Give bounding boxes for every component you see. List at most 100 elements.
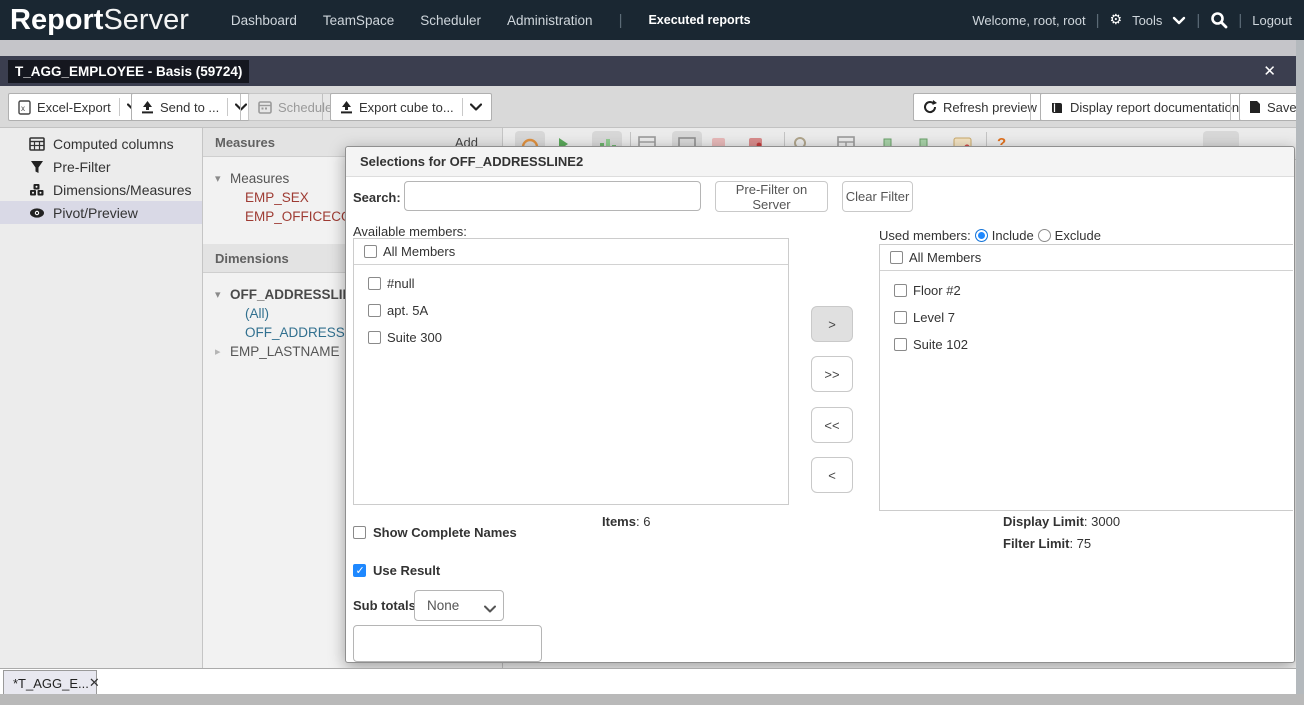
send-to-label: Send to ...	[160, 100, 219, 115]
used-member-row[interactable]: Suite 102	[880, 331, 1293, 358]
book-icon	[1050, 101, 1064, 114]
svg-text:x: x	[21, 104, 25, 113]
schedule-label: Schedule	[278, 100, 332, 115]
toolbar-separator	[1230, 94, 1231, 120]
expand-arrow-icon[interactable]: ▸	[215, 345, 225, 358]
member-checkbox[interactable]	[894, 284, 907, 297]
cubes-icon	[28, 183, 45, 197]
member-label: Suite 102	[913, 337, 968, 352]
move-all-left-button[interactable]: <<	[811, 407, 853, 443]
display-documentation-button[interactable]: Display report documentation	[1040, 93, 1249, 121]
send-to-button[interactable]: Send to ...	[131, 93, 257, 121]
use-result-option[interactable]: Use Result	[353, 563, 440, 578]
nav-divider: |	[1238, 12, 1242, 29]
eye-icon	[28, 207, 45, 219]
dimension-sibling-label: EMP_LASTNAME	[230, 344, 340, 359]
send-to-dropdown-icon[interactable]	[227, 98, 247, 116]
all-members-checkbox[interactable]	[890, 251, 903, 264]
collapse-arrow-icon[interactable]: ▾	[215, 288, 225, 301]
nav-item-teamspace[interactable]: TeamSpace	[323, 13, 394, 28]
member-checkbox[interactable]	[894, 311, 907, 324]
member-checkbox[interactable]	[894, 338, 907, 351]
sub-totals-select[interactable]: None	[414, 590, 504, 621]
window-gap-strip	[0, 40, 1304, 56]
schedule-button: Schedule	[248, 93, 342, 121]
exclude-radio[interactable]	[1038, 229, 1051, 242]
report-toolbar: x Excel-Export Send to ... Schedule Expo…	[0, 86, 1296, 128]
available-members-list: All Members #null apt. 5A Suite 300	[353, 238, 789, 505]
available-member-row[interactable]: apt. 5A	[354, 297, 788, 324]
logo-light: Server	[103, 4, 188, 36]
gear-icon[interactable]: ⚙	[1110, 12, 1123, 28]
config-sidebar: Computed columns Pre-Filter Dimensions/M…	[0, 128, 203, 668]
logo-bold: Report	[10, 4, 103, 36]
report-tab[interactable]: *T_AGG_E... ✕	[3, 670, 97, 695]
sidebar-item-label: Computed columns	[53, 136, 174, 152]
use-result-checkbox[interactable]	[353, 564, 366, 577]
refresh-preview-label: Refresh preview	[943, 100, 1037, 115]
available-member-row[interactable]: Suite 300	[354, 324, 788, 351]
member-checkbox[interactable]	[368, 277, 381, 290]
nav-item-dashboard[interactable]: Dashboard	[231, 13, 297, 28]
include-radio[interactable]	[975, 229, 988, 242]
dimensions-header-label: Dimensions	[215, 251, 289, 266]
move-right-button[interactable]: >	[811, 306, 853, 342]
pre-filter-on-server-button[interactable]: Pre-Filter on Server	[715, 181, 828, 212]
available-all-members-row[interactable]: All Members	[354, 239, 788, 265]
show-complete-names-checkbox[interactable]	[353, 526, 366, 539]
used-all-members-row[interactable]: All Members	[880, 245, 1293, 271]
member-label: Suite 300	[387, 330, 442, 345]
nav-item-executed-reports[interactable]: Executed reports	[648, 13, 750, 27]
toolbar-separator	[322, 94, 323, 120]
all-members-checkbox[interactable]	[364, 245, 377, 258]
clear-filter-button[interactable]: Clear Filter	[842, 181, 913, 212]
search-input[interactable]	[404, 181, 701, 211]
export-cube-dropdown-icon[interactable]	[462, 98, 482, 116]
export-cube-label: Export cube to...	[359, 100, 454, 115]
available-member-row[interactable]: #null	[354, 270, 788, 297]
selections-dialog: Selections for OFF_ADDRESSLINE2 Search: …	[345, 146, 1295, 663]
display-limit: Display Limit: 3000	[1003, 514, 1120, 529]
nav-item-scheduler[interactable]: Scheduler	[420, 13, 481, 28]
refresh-preview-button[interactable]: Refresh preview	[913, 93, 1047, 121]
include-label: Include	[992, 228, 1034, 243]
used-member-row[interactable]: Floor #2	[880, 277, 1293, 304]
save-button[interactable]: Save	[1239, 93, 1304, 121]
collapse-arrow-icon[interactable]: ▾	[215, 172, 225, 185]
tools-menu[interactable]: Tools	[1132, 13, 1162, 28]
export-cube-button[interactable]: Export cube to...	[330, 93, 492, 121]
move-all-right-button[interactable]: >>	[811, 356, 853, 392]
chevron-down-icon[interactable]	[1172, 15, 1186, 25]
show-complete-names-option[interactable]: Show Complete Names	[353, 525, 517, 540]
right-edge-strip	[1296, 40, 1304, 694]
sidebar-item-label: Pre-Filter	[53, 159, 111, 175]
move-left-button[interactable]: <	[811, 457, 853, 493]
sidebar-item-computed-columns[interactable]: Computed columns	[0, 132, 202, 155]
sidebar-item-dimensions-measures[interactable]: Dimensions/Measures	[0, 178, 202, 201]
logout-link[interactable]: Logout	[1252, 13, 1292, 28]
report-tab-label: *T_AGG_E...	[13, 676, 89, 691]
search-icon[interactable]	[1210, 11, 1228, 29]
sidebar-item-label: Dimensions/Measures	[53, 182, 192, 198]
tab-close-icon[interactable]: ✕	[89, 676, 100, 691]
nav-divider: |	[1096, 12, 1100, 29]
nav-item-administration[interactable]: Administration	[507, 13, 593, 28]
dialog-title: Selections for OFF_ADDRESSLINE2	[346, 147, 1294, 177]
sidebar-item-pivot-preview[interactable]: Pivot/Preview	[0, 201, 202, 224]
sidebar-item-pre-filter[interactable]: Pre-Filter	[0, 155, 202, 178]
member-label: apt. 5A	[387, 303, 428, 318]
save-file-icon	[1249, 100, 1261, 114]
calculator-icon	[28, 137, 45, 151]
custom-value-input[interactable]	[353, 625, 542, 662]
used-members-list: All Members Floor #2 Level 7 Suite 102	[879, 244, 1293, 511]
member-checkbox[interactable]	[368, 331, 381, 344]
member-checkbox[interactable]	[368, 304, 381, 317]
excel-export-button[interactable]: x Excel-Export	[8, 93, 149, 121]
close-report-icon[interactable]: ✕	[1263, 62, 1276, 80]
sub-totals-label: Sub totals	[353, 598, 416, 613]
toolbar-separator	[1030, 94, 1031, 120]
used-member-row[interactable]: Level 7	[880, 304, 1293, 331]
member-label: #null	[387, 276, 414, 291]
app-logo[interactable]: ReportServer	[10, 4, 189, 37]
member-label: All Members	[383, 244, 455, 259]
